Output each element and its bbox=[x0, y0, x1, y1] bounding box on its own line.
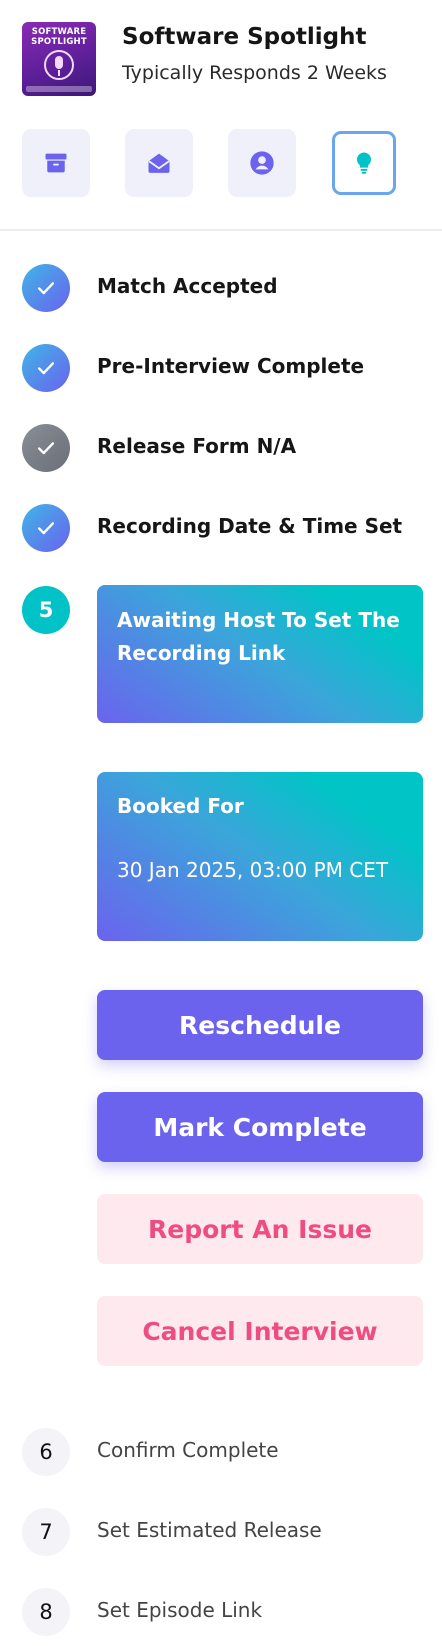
logo-strip bbox=[26, 86, 92, 92]
step-match-accepted: Match Accepted bbox=[0, 264, 442, 312]
step-number: 5 bbox=[22, 586, 70, 634]
user-profile-icon bbox=[250, 151, 274, 175]
step-estimated-release: 7 Set Estimated Release bbox=[0, 1508, 442, 1556]
checkmark-icon bbox=[37, 442, 55, 455]
step-number: 8 bbox=[22, 1588, 70, 1636]
profile-button[interactable] bbox=[228, 129, 296, 197]
microphone-icon bbox=[44, 50, 74, 80]
podcast-header: SOFTWARE SPOTLIGHT Software Spotlight Ty… bbox=[0, 0, 442, 231]
step-done-indicator bbox=[22, 504, 70, 552]
booking-datetime: 30 Jan 2025, 03:00 PM CET bbox=[117, 858, 389, 882]
step-confirm-complete: 6 Confirm Complete bbox=[0, 1428, 442, 1476]
response-time: Typically Responds 2 Weeks bbox=[122, 62, 387, 84]
step-done-indicator bbox=[22, 264, 70, 312]
lightbulb-icon bbox=[356, 152, 372, 174]
step-label: Set Episode Link bbox=[97, 1598, 263, 1622]
booking-card: Booked For 30 Jan 2025, 03:00 PM CET bbox=[97, 772, 423, 941]
step-pre-interview: Pre-Interview Complete bbox=[0, 344, 442, 392]
booking-title: Booked For bbox=[117, 794, 244, 818]
step-done-indicator bbox=[22, 344, 70, 392]
envelope-open-icon bbox=[148, 153, 170, 173]
status-card-text: Awaiting Host To Set The Recording Link bbox=[117, 608, 400, 665]
step-label: Release Form N/A bbox=[97, 434, 297, 458]
step-number: 7 bbox=[22, 1508, 70, 1556]
status-card: Awaiting Host To Set The Recording Link bbox=[97, 585, 423, 723]
step-episode-link: 8 Set Episode Link bbox=[0, 1588, 442, 1636]
cancel-interview-button[interactable]: Cancel Interview bbox=[97, 1296, 423, 1366]
mark-complete-button[interactable]: Mark Complete bbox=[97, 1092, 423, 1162]
step-na-indicator bbox=[22, 424, 70, 472]
step-label: Confirm Complete bbox=[97, 1438, 279, 1462]
tips-button[interactable] bbox=[332, 131, 396, 195]
reschedule-button[interactable]: Reschedule bbox=[97, 990, 423, 1060]
archive-icon bbox=[45, 153, 67, 173]
step-label: Set Estimated Release bbox=[97, 1518, 322, 1542]
podcast-title: Software Spotlight bbox=[122, 24, 367, 50]
step-release-form: Release Form N/A bbox=[0, 424, 442, 472]
step-recording-date: Recording Date & Time Set bbox=[0, 504, 442, 552]
step-label: Match Accepted bbox=[97, 274, 278, 298]
step-label: Pre-Interview Complete bbox=[97, 354, 365, 378]
checkmark-icon bbox=[37, 362, 55, 375]
report-issue-button[interactable]: Report An Issue bbox=[97, 1194, 423, 1264]
step-number: 6 bbox=[22, 1428, 70, 1476]
podcast-logo: SOFTWARE SPOTLIGHT bbox=[22, 22, 96, 96]
step-label: Recording Date & Time Set bbox=[97, 514, 403, 538]
messages-button[interactable] bbox=[125, 129, 193, 197]
checkmark-icon bbox=[37, 522, 55, 535]
logo-text: SOFTWARE SPOTLIGHT bbox=[31, 27, 87, 47]
checkmark-icon bbox=[37, 282, 55, 295]
archive-button[interactable] bbox=[22, 129, 90, 197]
